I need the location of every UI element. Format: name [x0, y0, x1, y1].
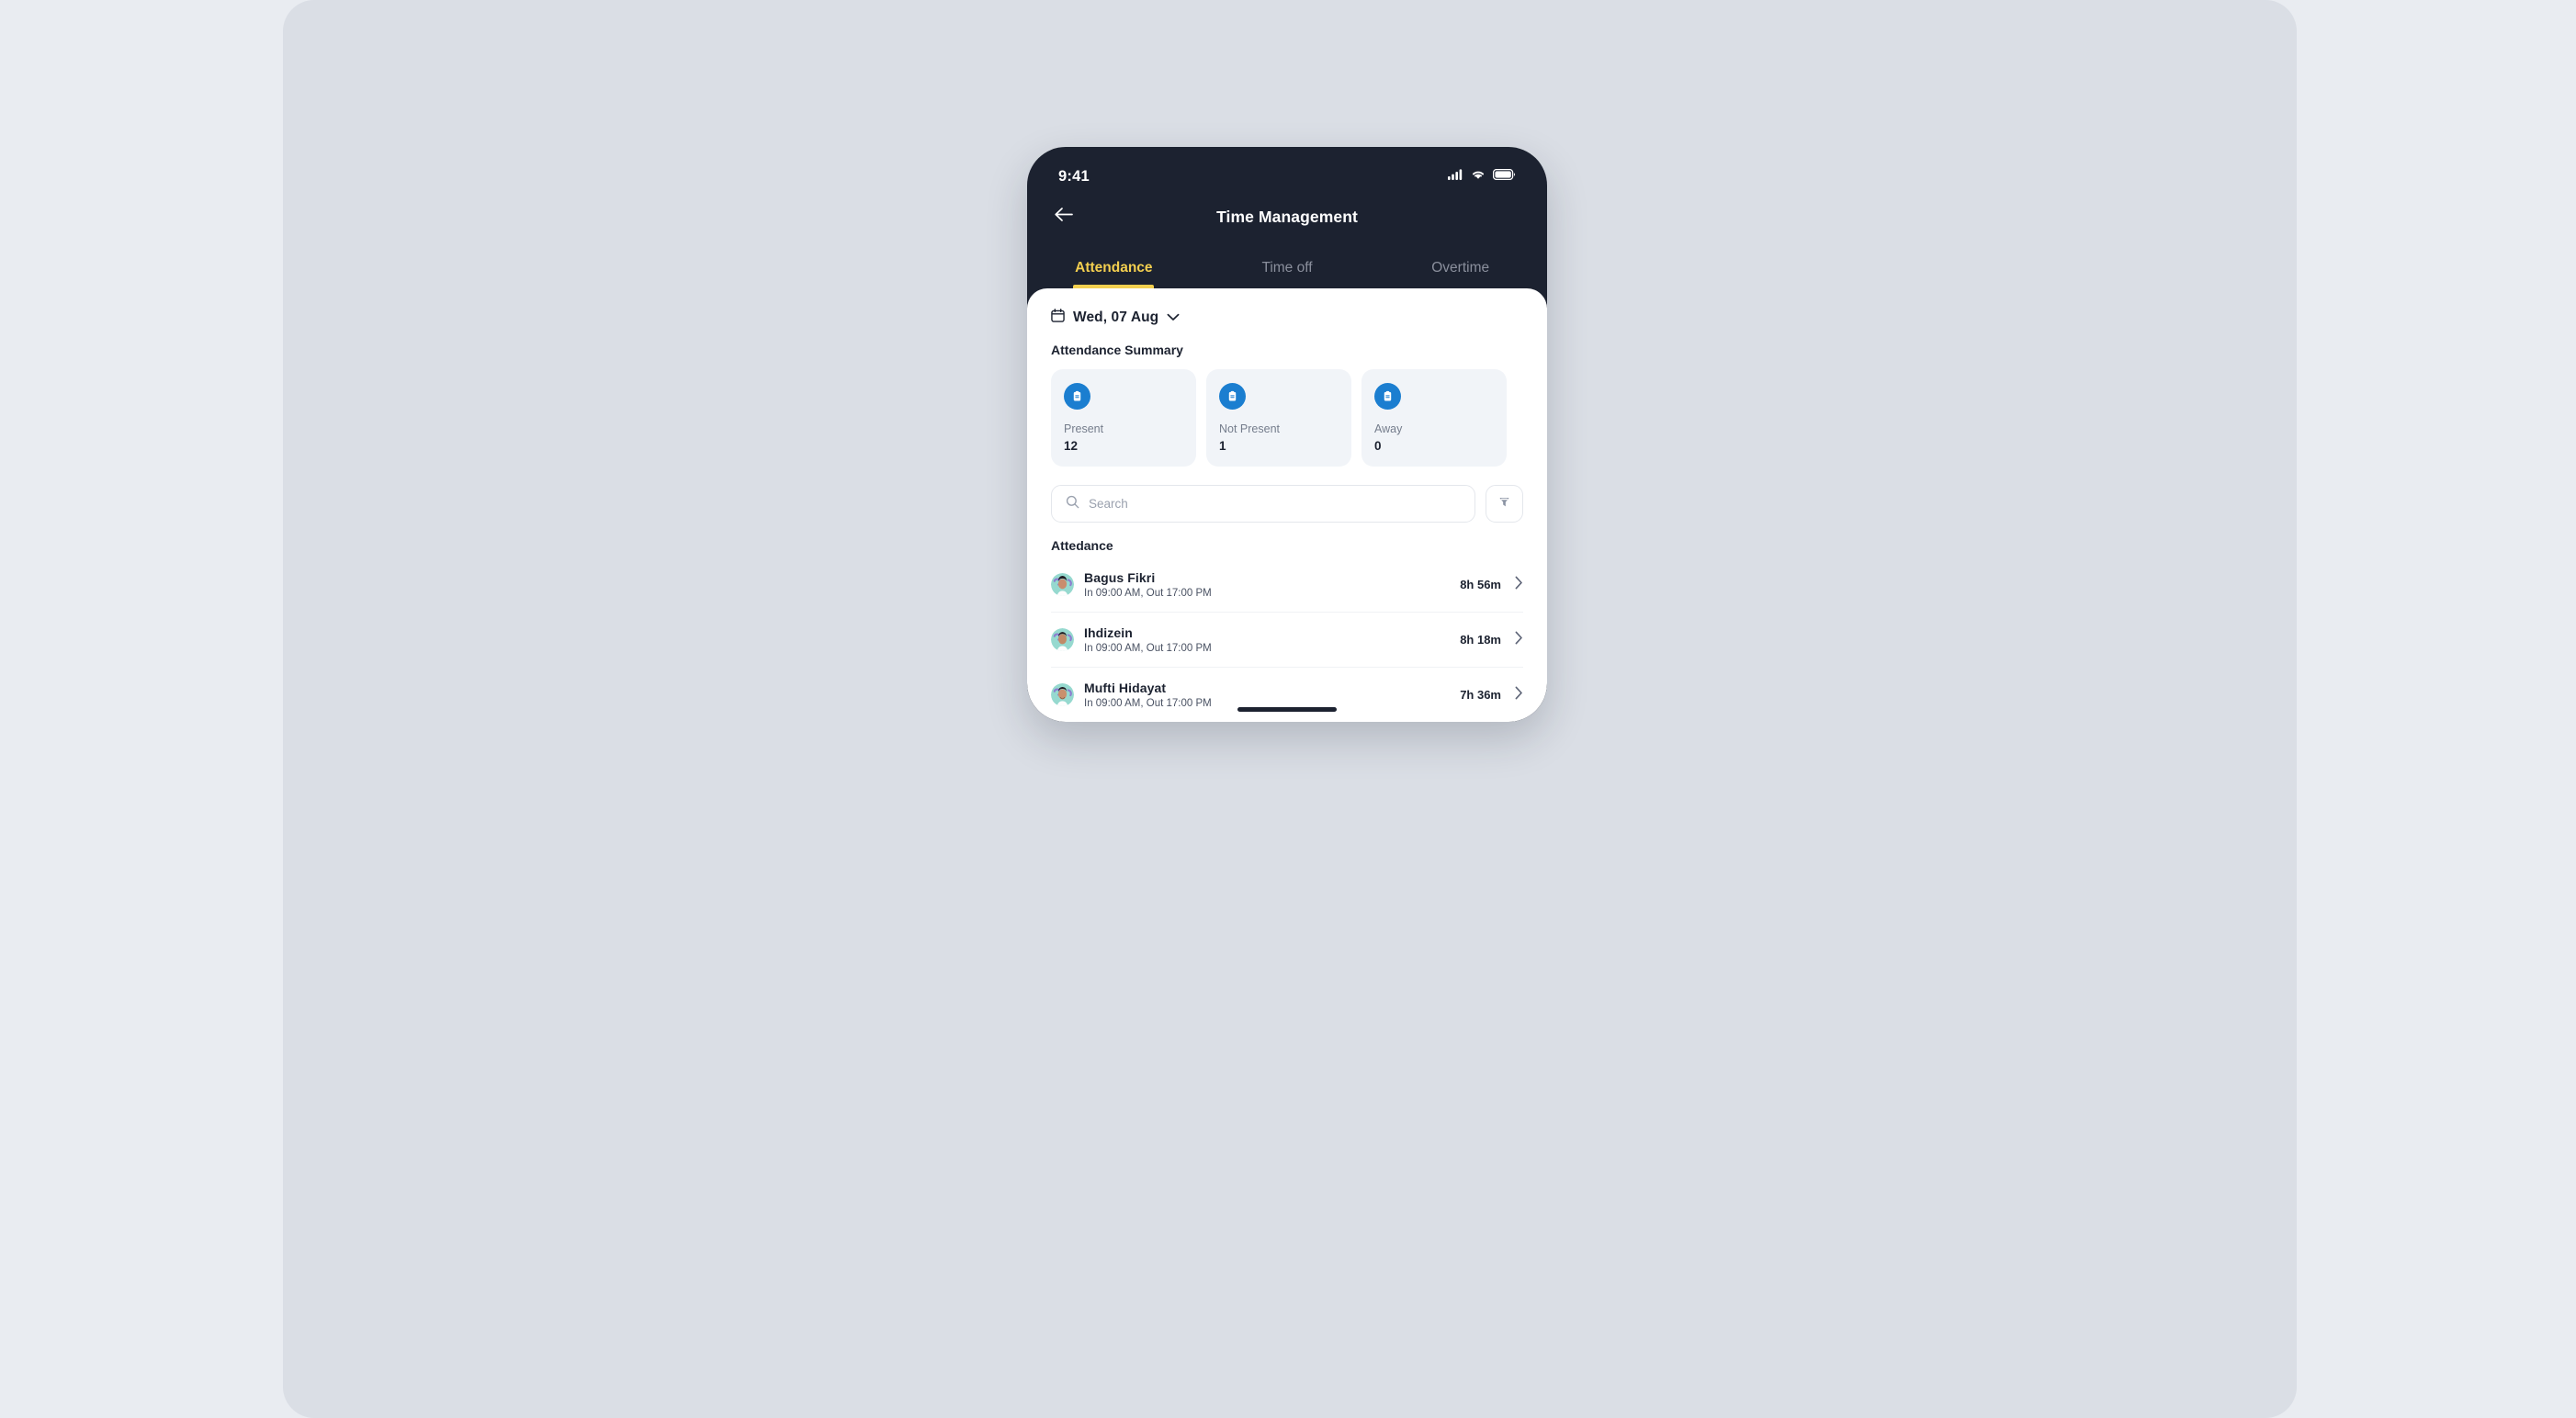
- search-box[interactable]: [1051, 485, 1475, 523]
- status-time: 9:41: [1058, 167, 1090, 185]
- tab-attendance[interactable]: Attendance: [1027, 260, 1201, 288]
- chevron-down-icon: [1167, 309, 1180, 326]
- tab-time-off-label: Time off: [1261, 260, 1313, 276]
- search-input[interactable]: [1089, 497, 1461, 511]
- tab-attendance-label: Attendance: [1075, 260, 1153, 276]
- wifi-icon: [1471, 168, 1486, 185]
- chevron-right-icon[interactable]: [1515, 631, 1523, 649]
- summary-label: Present: [1064, 422, 1104, 435]
- row-text: Mufti Hidayat In 09:00 AM, Out 17:00 PM: [1084, 681, 1460, 709]
- filter-icon: [1497, 495, 1511, 513]
- search-icon: [1066, 495, 1079, 513]
- content-sheet: Wed, 07 Aug Attendance Summary Present 1…: [1027, 288, 1547, 722]
- row-detail: In 09:00 AM, Out 17:00 PM: [1084, 588, 1212, 599]
- summary-card-away[interactable]: Away 0: [1361, 369, 1507, 467]
- chevron-right-icon[interactable]: [1515, 686, 1523, 704]
- summary-value: 0: [1374, 439, 1382, 453]
- row-name: Ihdizein: [1084, 625, 1133, 640]
- table-row[interactable]: Bagus Fikri In 09:00 AM, Out 17:00 PM 8h…: [1051, 557, 1523, 613]
- row-text: Ihdizein In 09:00 AM, Out 17:00 PM: [1084, 625, 1460, 654]
- clipboard-icon: [1219, 383, 1246, 410]
- summary-label: Away: [1374, 422, 1403, 435]
- avatar: [1051, 628, 1074, 651]
- row-duration: 8h 56m: [1460, 578, 1501, 591]
- status-icons: [1448, 168, 1516, 185]
- avatar: [1051, 573, 1074, 596]
- date-label: Wed, 07 Aug: [1073, 309, 1159, 325]
- row-duration: 7h 36m: [1460, 688, 1501, 702]
- table-row[interactable]: Mufti Hidayat In 09:00 AM, Out 17:00 PM …: [1051, 668, 1523, 722]
- date-selector[interactable]: Wed, 07 Aug: [1051, 309, 1180, 327]
- table-row[interactable]: Ihdizein In 09:00 AM, Out 17:00 PM 8h 18…: [1051, 613, 1523, 668]
- back-arrow-icon: [1054, 207, 1073, 227]
- summary-value: 12: [1064, 439, 1079, 453]
- row-name: Bagus Fikri: [1084, 570, 1156, 585]
- summary-value: 1: [1219, 439, 1226, 453]
- row-name: Mufti Hidayat: [1084, 681, 1167, 695]
- row-detail: In 09:00 AM, Out 17:00 PM: [1084, 643, 1212, 654]
- summary-card-list[interactable]: Present 12 Not Present 1 Away 0: [1051, 369, 1523, 467]
- summary-card-present[interactable]: Present 12: [1051, 369, 1196, 467]
- filter-button[interactable]: [1486, 485, 1523, 523]
- tab-overtime[interactable]: Overtime: [1373, 260, 1547, 288]
- clipboard-icon: [1064, 383, 1090, 410]
- attendance-list: Bagus Fikri In 09:00 AM, Out 17:00 PM 8h…: [1051, 557, 1523, 722]
- list-title: Attedance: [1051, 538, 1113, 553]
- summary-card-not-present[interactable]: Not Present 1: [1206, 369, 1351, 467]
- page-title: Time Management: [1216, 207, 1358, 226]
- battery-icon: [1492, 168, 1516, 185]
- chevron-right-icon[interactable]: [1515, 576, 1523, 594]
- search-row: [1051, 485, 1523, 523]
- tab-overtime-label: Overtime: [1431, 260, 1490, 276]
- status-bar: 9:41: [1027, 147, 1547, 193]
- nav-bar: Time Management: [1027, 193, 1547, 241]
- cellular-signal-icon: [1448, 168, 1463, 185]
- summary-title: Attendance Summary: [1051, 343, 1183, 357]
- row-duration: 8h 18m: [1460, 633, 1501, 647]
- clipboard-icon: [1374, 383, 1401, 410]
- back-button[interactable]: [1049, 203, 1077, 231]
- home-indicator: [1237, 707, 1337, 712]
- tab-bar: Attendance Time off Overtime: [1027, 241, 1547, 288]
- calendar-icon: [1051, 309, 1065, 327]
- avatar: [1051, 683, 1074, 706]
- phone-frame: 9:41 Time Management Attendance Time off…: [1027, 147, 1547, 722]
- summary-label: Not Present: [1219, 422, 1281, 435]
- row-text: Bagus Fikri In 09:00 AM, Out 17:00 PM: [1084, 570, 1460, 599]
- tab-time-off[interactable]: Time off: [1201, 260, 1374, 288]
